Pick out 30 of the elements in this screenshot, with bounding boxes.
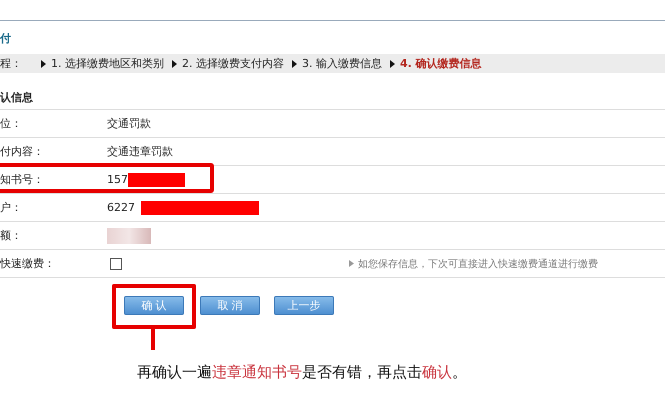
field-label: 知书号：	[0, 172, 45, 187]
step-label: 4. 确认缴费信息	[400, 56, 482, 71]
checkbox[interactable]	[110, 258, 122, 270]
field-value: 交通违章罚款	[107, 144, 173, 159]
field-value: 157	[107, 173, 128, 186]
form-button[interactable]: 取 消	[200, 296, 260, 315]
triangle-icon	[349, 260, 354, 267]
annotation-text: 再确认一遍违章通知书号是否有错，再点击确认。	[137, 363, 468, 382]
field-label: 额：	[0, 228, 23, 243]
triangle-icon	[292, 60, 297, 68]
steps-label: 程：	[0, 56, 22, 71]
field-label: 位：	[0, 116, 23, 131]
hint-text: 如您保存信息，下次可直接进入快速缴费通道进行缴费	[358, 258, 598, 270]
field-value: 交通罚款	[107, 116, 151, 131]
blurred-value	[107, 228, 151, 244]
field-label: 快速缴费：	[0, 256, 56, 271]
field-label: 户：	[0, 200, 23, 215]
form-button[interactable]: 上一步	[274, 296, 334, 315]
triangle-icon	[390, 60, 395, 68]
step-label: 2. 选择缴费支付内容	[182, 56, 284, 71]
triangle-icon	[41, 60, 46, 68]
field-value: 6227	[107, 201, 135, 214]
page-title: 付	[0, 31, 12, 47]
form-button[interactable]: 确 认	[124, 296, 184, 315]
section-title: 认信息	[0, 87, 665, 110]
triangle-icon	[172, 60, 177, 68]
step-label: 3. 输入缴费信息	[302, 56, 382, 71]
field-label: 付内容：	[0, 144, 45, 159]
redaction-mark	[128, 172, 185, 186]
step-label: 1. 选择缴费地区和类别	[51, 56, 164, 71]
